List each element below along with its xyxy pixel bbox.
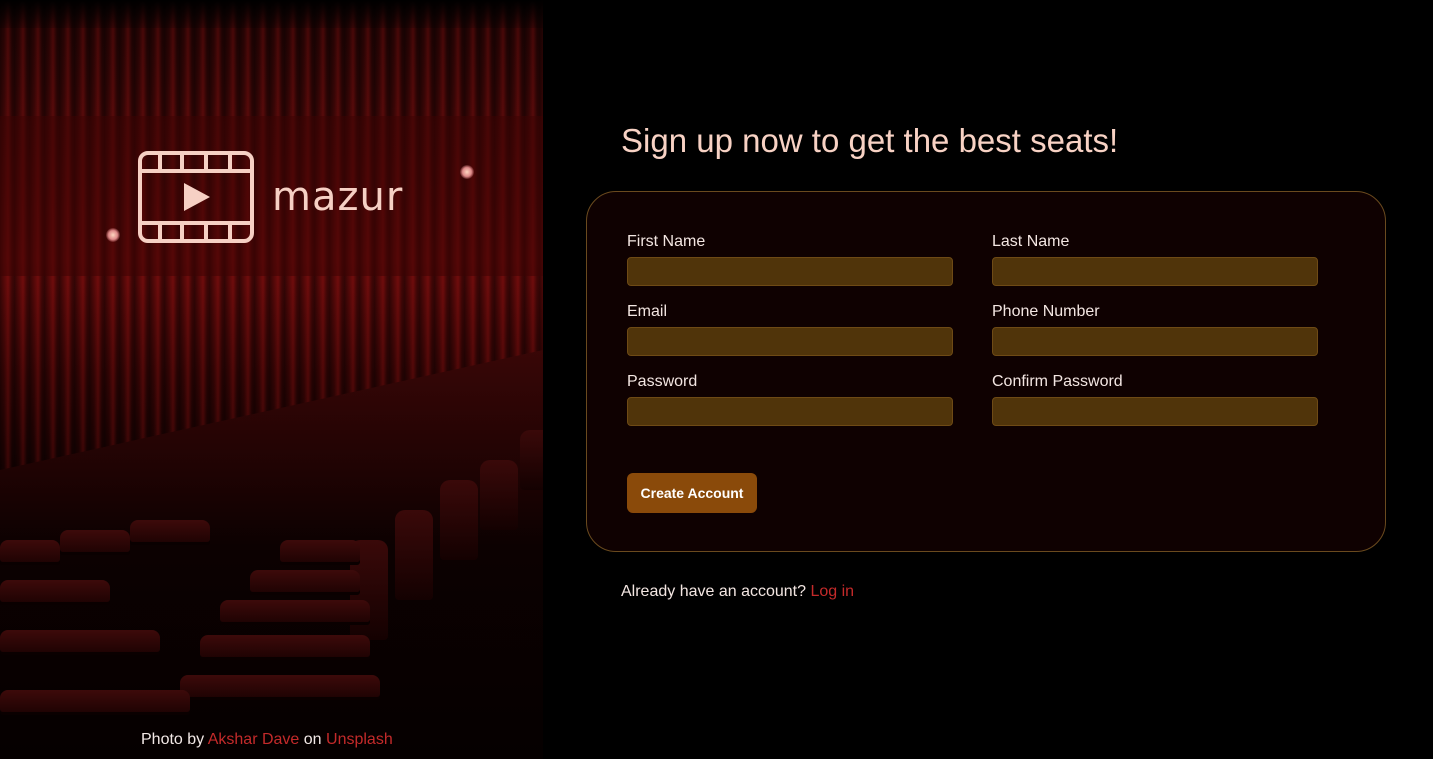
photo-credit: Photo by Akshar Dave on Unsplash bbox=[141, 731, 393, 748]
password-input[interactable] bbox=[627, 397, 953, 426]
first-name-input[interactable] bbox=[627, 257, 953, 286]
brand-name: mazur bbox=[272, 174, 404, 220]
password-label: Password bbox=[627, 373, 698, 390]
photo-source-link[interactable]: Unsplash bbox=[326, 731, 393, 748]
email-group: Email bbox=[627, 300, 953, 356]
confirm-password-input[interactable] bbox=[992, 397, 1318, 426]
photo-author-link[interactable]: Akshar Dave bbox=[208, 731, 300, 748]
last-name-label: Last Name bbox=[992, 233, 1070, 250]
hero-photo: mazur Photo by Akshar Dave on Unsplash bbox=[0, 0, 543, 759]
login-link[interactable]: Log in bbox=[810, 583, 854, 600]
signup-page: mazur Photo by Akshar Dave on Unsplash S… bbox=[0, 0, 1433, 759]
confirm-password-label: Confirm Password bbox=[992, 373, 1123, 390]
login-prompt: Already have an account? Log in bbox=[621, 583, 855, 600]
email-label: Email bbox=[627, 303, 668, 320]
wall-lamp bbox=[460, 165, 474, 179]
wall-lamp bbox=[106, 228, 120, 242]
phone-input[interactable] bbox=[992, 327, 1318, 356]
first-name-label: First Name bbox=[627, 233, 706, 250]
film-play-icon bbox=[138, 151, 254, 243]
first-name-group: First Name bbox=[627, 230, 953, 286]
phone-label: Phone Number bbox=[992, 303, 1100, 320]
email-input[interactable] bbox=[627, 327, 953, 356]
last-name-input[interactable] bbox=[992, 257, 1318, 286]
last-name-group: Last Name bbox=[992, 230, 1318, 286]
theater-seats bbox=[0, 430, 543, 759]
confirm-password-group: Confirm Password bbox=[992, 370, 1318, 426]
phone-group: Phone Number bbox=[992, 300, 1318, 356]
signup-form: First Name Last Name Email Phone Number … bbox=[586, 191, 1386, 552]
page-title: Sign up now to get the best seats! bbox=[621, 122, 1119, 159]
brand-logo: mazur bbox=[138, 150, 408, 244]
create-account-button[interactable]: Create Account bbox=[627, 473, 757, 513]
password-group: Password bbox=[627, 370, 953, 426]
